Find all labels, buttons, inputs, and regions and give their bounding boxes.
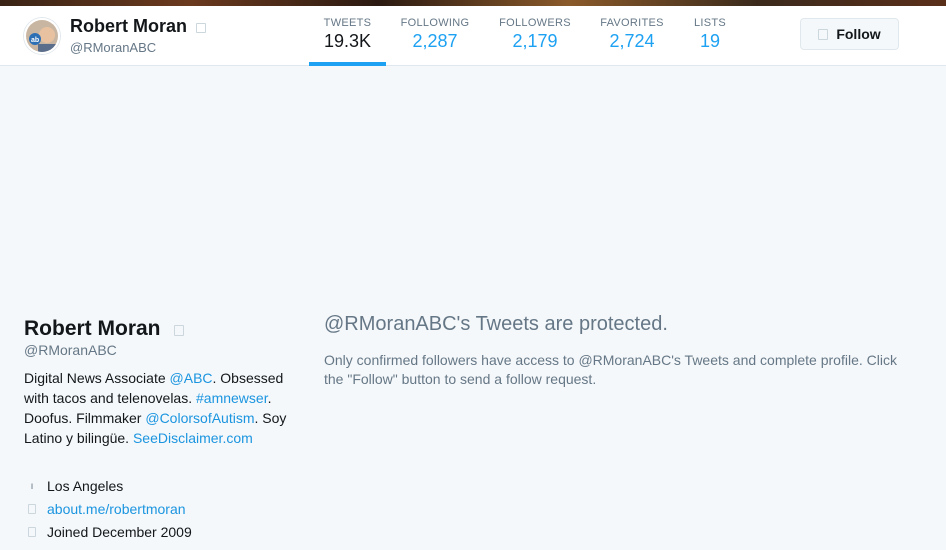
lists-count: 19 [699,31,721,51]
bio-mention-abc[interactable]: @ABC [170,370,213,386]
profile-location: ı Los Angeles [24,478,124,494]
tweets-label: TWEETS [323,17,372,29]
follow-user-icon [818,28,829,40]
follow-button-label: Follow [836,26,881,42]
location-pin-icon: ı [30,480,34,492]
tab-followers[interactable]: FOLLOWERS 2,179 [494,17,576,66]
website-link[interactable]: about.me/robertmoran [47,501,186,517]
protected-title: @RMoranABC's Tweets are protected. [324,313,668,335]
tab-lists[interactable]: LISTS 19 [688,17,732,66]
joined-text: Joined December 2009 [47,524,192,540]
bio-mention-colorsofautism[interactable]: @ColorsofAutism [145,410,254,426]
tab-following[interactable]: FOLLOWING 2,287 [394,17,476,66]
tab-tweets[interactable]: TWEETS 19.3K [309,17,386,66]
navbar-handle[interactable]: @RMoranABC [70,40,156,55]
lists-label: LISTS [693,17,727,29]
profile-name[interactable]: Robert Moran [24,317,161,341]
follow-button[interactable]: Follow [800,18,899,50]
tab-favorites[interactable]: FAVORITES 2,724 [595,17,669,66]
favorites-count: 2,724 [609,31,655,51]
tweets-count: 19.3K [323,31,372,51]
bio-hashtag[interactable]: #amnewser [196,390,268,406]
protected-lock-icon [174,325,184,336]
following-label: FOLLOWING [400,17,470,29]
calendar-icon [24,527,40,537]
followers-count: 2,179 [512,31,558,51]
following-count: 2,287 [412,31,458,51]
bio-link[interactable]: SeeDisclaimer.com [133,430,253,446]
avatar[interactable]: ab [24,18,60,54]
followers-label: FOLLOWERS [499,17,571,29]
navbar-name[interactable]: Robert Moran [70,16,187,37]
bio-text: Digital News Associate [24,370,170,386]
link-icon [24,504,40,514]
favorites-label: FAVORITES [600,17,664,29]
profile-website: about.me/robertmoran [24,501,186,517]
profile-handle[interactable]: @RMoranABC [24,342,117,358]
svg-text:ab: ab [31,37,39,44]
active-tab-indicator [309,62,386,66]
profile-navbar: ab Robert Moran @RMoranABC TWEETS 19.3K … [0,6,946,66]
location-text: Los Angeles [47,478,124,494]
profile-bio: Digital News Associate @ABC. Obsessed wi… [24,368,288,448]
lock-icon [196,23,206,33]
profile-joined: Joined December 2009 [24,524,192,540]
protected-message: Only confirmed followers have access to … [324,352,897,387]
